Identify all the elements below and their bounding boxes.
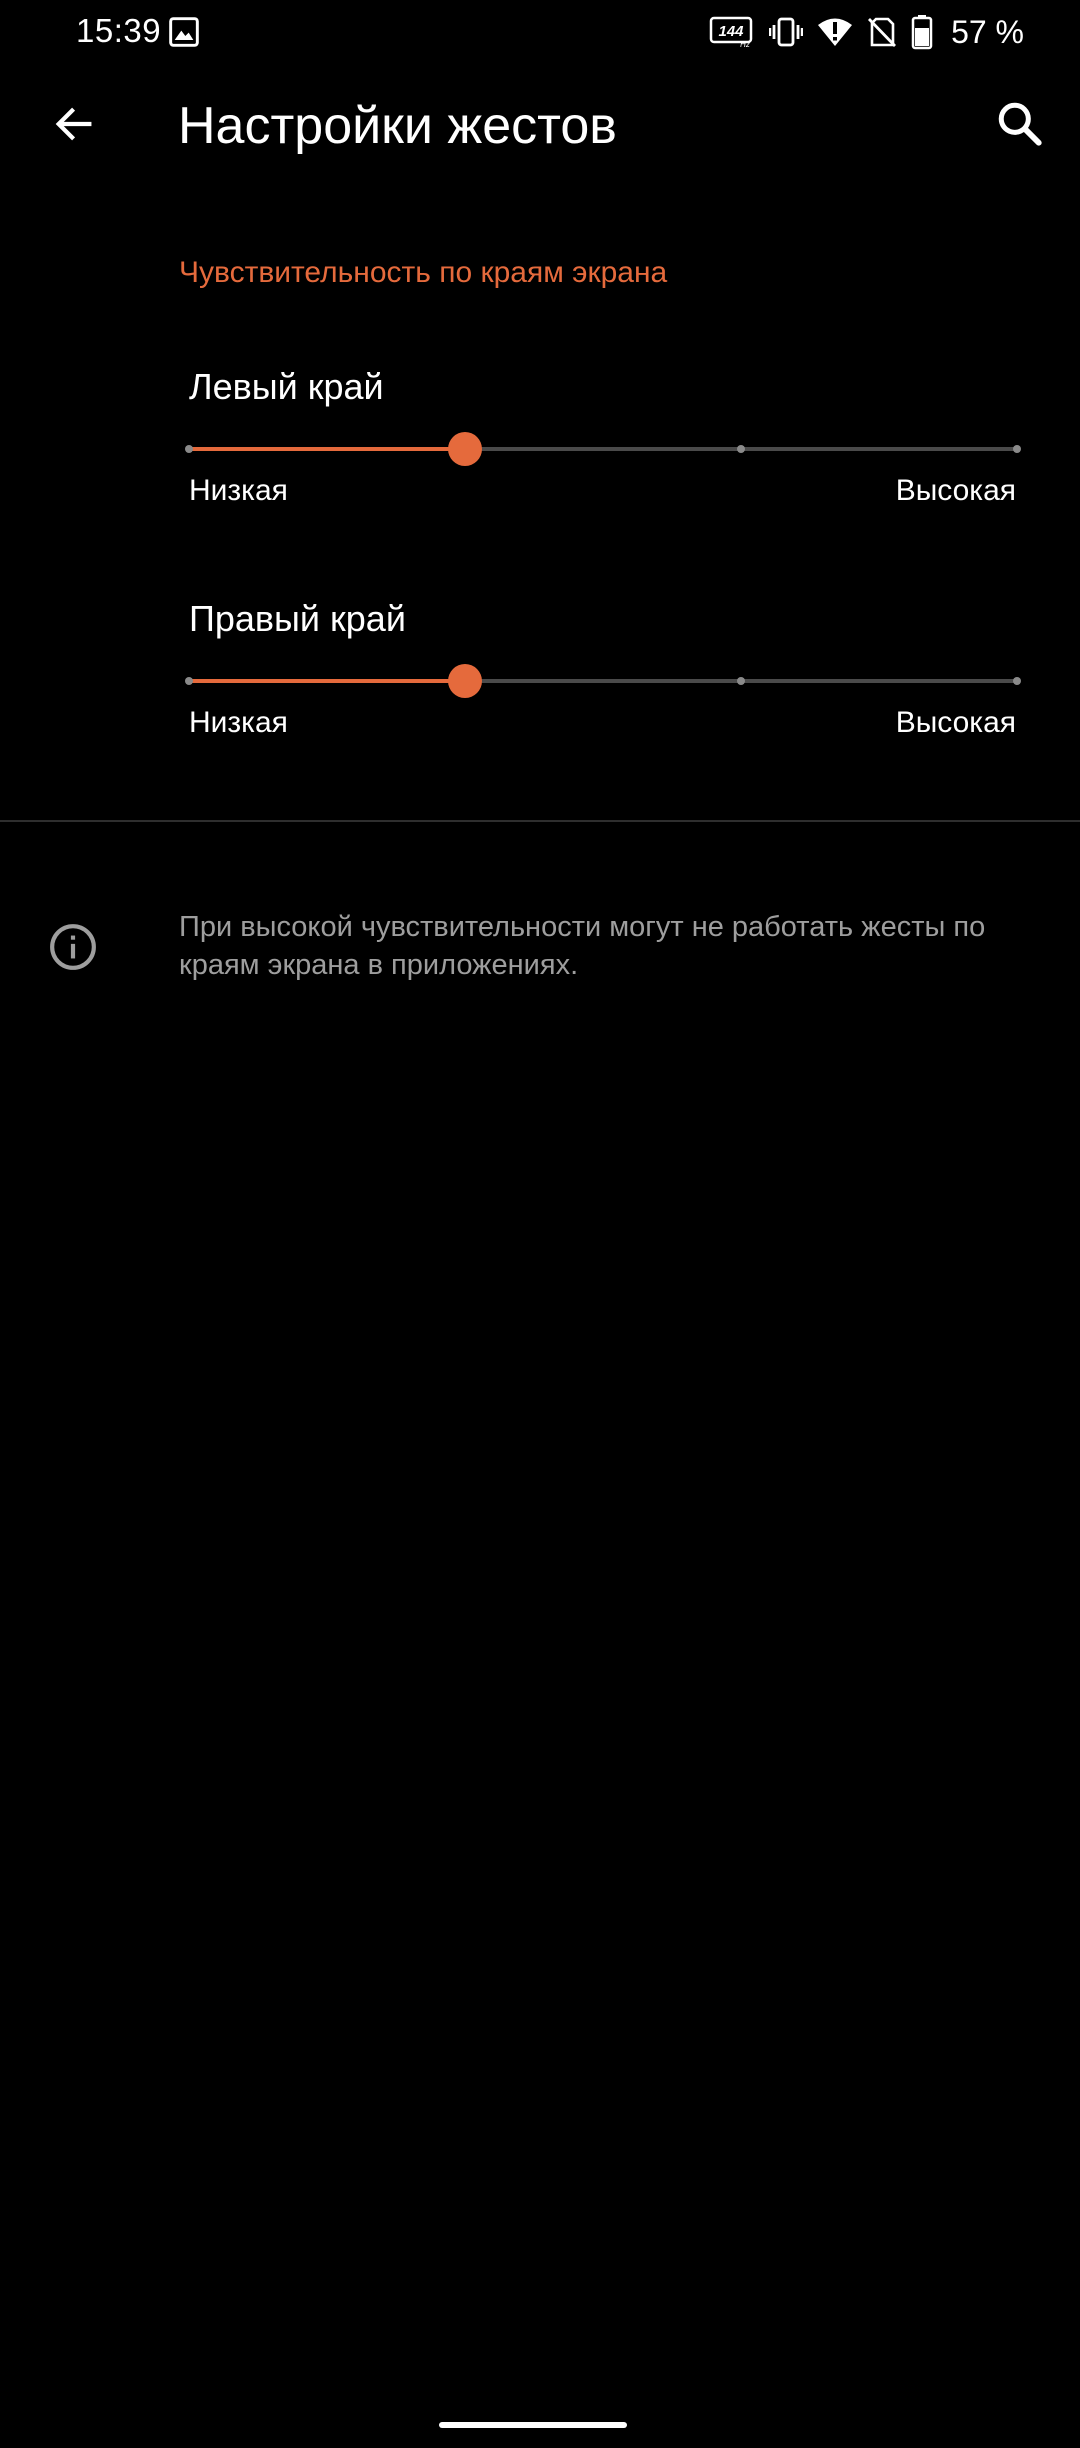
no-sim-icon <box>868 17 897 47</box>
page-title: Настройки жестов <box>178 97 617 155</box>
slider-tick <box>185 445 193 453</box>
refresh-rate-value: 144 <box>719 23 745 40</box>
battery-percentage: 57 % <box>951 13 1024 50</box>
left-edge-label: Левый край <box>189 366 384 407</box>
gesture-nav-handle[interactable] <box>439 2422 627 2428</box>
slider-fill <box>189 447 465 451</box>
search-icon <box>998 102 1042 146</box>
right-edge-label: Правый край <box>189 598 406 639</box>
section-title: Чувствительность по краям экрана <box>179 256 668 289</box>
search-button[interactable] <box>988 92 1052 156</box>
wifi-icon <box>818 18 853 46</box>
info-icon <box>50 924 96 970</box>
toolbar: Настройки жестов <box>0 64 1080 190</box>
gallery-icon <box>169 17 199 47</box>
slider-thumb[interactable] <box>448 664 482 698</box>
slider-tick <box>1013 445 1021 453</box>
status-time: 15:39 <box>76 12 162 49</box>
back-button[interactable] <box>42 92 106 156</box>
left-edge-slider[interactable] <box>185 429 1021 469</box>
right-edge-max-label: Высокая <box>895 706 1016 739</box>
arrow-left-icon <box>55 107 92 141</box>
slider-thumb[interactable] <box>448 432 482 466</box>
vibrate-icon <box>769 17 804 47</box>
refresh-rate-icon: 144 Hz <box>709 16 753 48</box>
slider-tick <box>737 445 745 453</box>
refresh-rate-unit: Hz <box>740 40 750 48</box>
slider-tick <box>737 677 745 685</box>
right-edge-slider[interactable] <box>185 661 1021 701</box>
slider-tick <box>1013 677 1021 685</box>
right-edge-min-label: Низкая <box>189 706 288 739</box>
slider-fill <box>189 679 465 683</box>
status-bar: 15:39 144 Hz 57 % <box>0 0 1080 64</box>
left-edge-max-label: Высокая <box>895 474 1016 507</box>
status-icons: 144 Hz 57 % <box>709 12 1024 52</box>
battery-icon <box>911 15 933 50</box>
slider-tick <box>185 677 193 685</box>
info-text: При высокой чувствительности могут не ра… <box>179 911 986 981</box>
divider <box>0 820 1080 822</box>
left-edge-min-label: Низкая <box>189 474 288 507</box>
